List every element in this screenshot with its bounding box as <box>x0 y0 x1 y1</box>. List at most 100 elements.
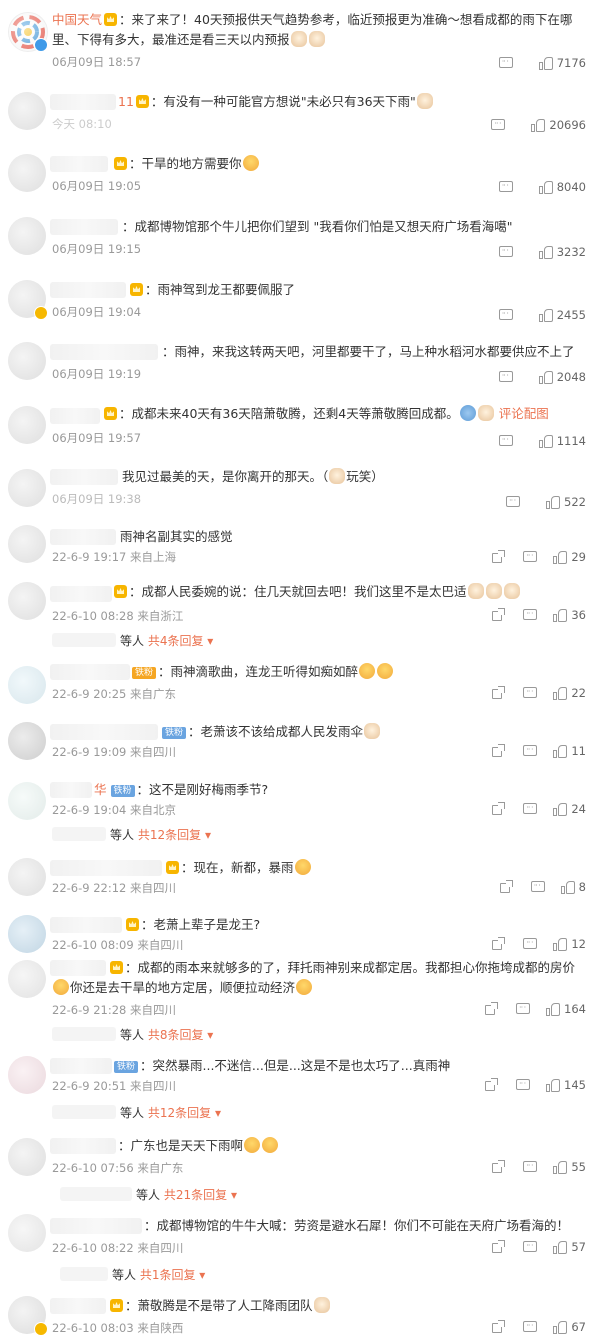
like-icon[interactable] <box>553 608 568 622</box>
comment-icon[interactable] <box>523 1240 538 1254</box>
avatar[interactable] <box>8 666 46 704</box>
like-icon[interactable] <box>538 370 553 384</box>
avatar[interactable] <box>8 960 46 998</box>
share-icon[interactable] <box>491 1160 506 1174</box>
like-icon[interactable] <box>531 118 546 132</box>
avatar[interactable] <box>8 342 46 380</box>
username[interactable]: 中国天气 <box>52 12 102 27</box>
avatar[interactable] <box>8 722 46 760</box>
avatar[interactable] <box>8 915 46 953</box>
comment-icon[interactable] <box>498 180 513 194</box>
username-blurred[interactable] <box>50 1218 142 1234</box>
avatar[interactable] <box>8 1056 46 1094</box>
avatar[interactable] <box>8 92 46 130</box>
like-icon[interactable] <box>538 245 553 259</box>
share-icon[interactable] <box>491 608 506 622</box>
username-blurred[interactable] <box>50 344 158 360</box>
share-icon[interactable] <box>491 744 506 758</box>
reply-count[interactable]: 共21条回复 <box>164 1188 227 1202</box>
reply-count[interactable]: 共12条回复 <box>138 828 201 842</box>
comment-icon[interactable] <box>498 56 513 70</box>
avatar[interactable] <box>8 1214 46 1252</box>
comment-icon[interactable] <box>498 308 513 322</box>
like-icon[interactable] <box>538 434 553 448</box>
comment-icon[interactable] <box>523 744 538 758</box>
like-icon[interactable] <box>538 308 553 322</box>
like-icon[interactable] <box>553 802 568 816</box>
reply-summary[interactable]: 等人 共8条回复 ▾ <box>52 1026 213 1043</box>
username-tail[interactable]: 华 <box>94 782 107 797</box>
username-blurred[interactable] <box>50 282 126 298</box>
username-blurred[interactable] <box>50 586 112 602</box>
comment-icon[interactable] <box>491 118 506 132</box>
comment-icon[interactable] <box>523 608 538 622</box>
reply-count[interactable]: 共12条回复 <box>148 1106 211 1120</box>
like-icon[interactable] <box>553 1160 568 1174</box>
comment-image-link[interactable]: 评论配图 <box>499 406 549 421</box>
username-tail[interactable]: 11 <box>118 94 134 109</box>
username-blurred[interactable] <box>50 94 116 110</box>
reply-summary[interactable]: 等人 共12条回复 ▾ <box>52 826 211 843</box>
share-icon[interactable] <box>484 1002 499 1016</box>
like-icon[interactable] <box>553 550 568 564</box>
avatar[interactable] <box>8 469 46 507</box>
comment-icon[interactable] <box>523 1160 538 1174</box>
like-icon[interactable] <box>560 880 575 894</box>
username-blurred[interactable] <box>50 408 100 424</box>
share-icon[interactable] <box>491 937 506 951</box>
share-icon[interactable] <box>491 802 506 816</box>
comment-icon[interactable] <box>523 937 538 951</box>
avatar[interactable] <box>8 154 46 192</box>
like-icon[interactable] <box>553 1320 568 1334</box>
username-blurred[interactable] <box>50 860 162 876</box>
like-icon[interactable] <box>546 1078 561 1092</box>
comment-icon[interactable] <box>498 245 513 259</box>
username-blurred[interactable] <box>50 469 118 485</box>
like-icon[interactable] <box>553 937 568 951</box>
comment-icon[interactable] <box>498 370 513 384</box>
comment-icon[interactable] <box>523 1320 538 1334</box>
like-icon[interactable] <box>538 180 553 194</box>
comment-icon[interactable] <box>523 686 538 700</box>
reply-count[interactable]: 共4条回复 <box>148 634 204 648</box>
share-icon[interactable] <box>491 1240 506 1254</box>
reply-summary[interactable]: 等人 共21条回复 ▾ <box>60 1186 237 1203</box>
comment-icon[interactable] <box>523 550 538 564</box>
username-blurred[interactable] <box>50 1058 112 1074</box>
like-icon[interactable] <box>538 56 553 70</box>
like-icon[interactable] <box>553 1240 568 1254</box>
username-blurred[interactable] <box>50 529 116 545</box>
avatar[interactable] <box>8 858 46 896</box>
reply-summary[interactable]: 等人 共12条回复 ▾ <box>52 1104 221 1121</box>
avatar[interactable] <box>8 217 46 255</box>
avatar[interactable] <box>8 406 46 444</box>
like-icon[interactable] <box>553 686 568 700</box>
share-icon[interactable] <box>499 880 513 894</box>
avatar[interactable] <box>8 525 46 563</box>
like-icon[interactable] <box>546 495 561 509</box>
avatar[interactable] <box>8 1138 46 1176</box>
share-icon[interactable] <box>491 686 506 700</box>
comment-icon[interactable] <box>506 495 521 509</box>
share-icon[interactable] <box>491 1320 506 1334</box>
reply-count[interactable]: 共8条回复 <box>148 1028 204 1042</box>
comment-icon[interactable] <box>523 802 538 816</box>
username-blurred[interactable] <box>50 219 118 235</box>
username-blurred[interactable] <box>50 664 130 680</box>
username-blurred[interactable] <box>50 1298 106 1314</box>
username-blurred[interactable] <box>50 156 108 172</box>
username-blurred[interactable] <box>50 724 158 740</box>
avatar[interactable] <box>8 782 46 820</box>
username-blurred[interactable] <box>50 917 122 933</box>
username-blurred[interactable] <box>50 782 92 798</box>
like-icon[interactable] <box>546 1002 561 1016</box>
like-icon[interactable] <box>553 744 568 758</box>
reply-summary[interactable]: 等人 共4条回复 ▾ <box>52 632 213 649</box>
comment-icon[interactable] <box>530 880 545 894</box>
username-blurred[interactable] <box>50 1138 116 1154</box>
share-icon[interactable] <box>491 550 506 564</box>
reply-summary[interactable]: 等人 共1条回复 ▾ <box>60 1266 205 1283</box>
comment-icon[interactable] <box>516 1002 531 1016</box>
share-icon[interactable] <box>484 1078 499 1092</box>
reply-count[interactable]: 共1条回复 <box>140 1268 196 1282</box>
